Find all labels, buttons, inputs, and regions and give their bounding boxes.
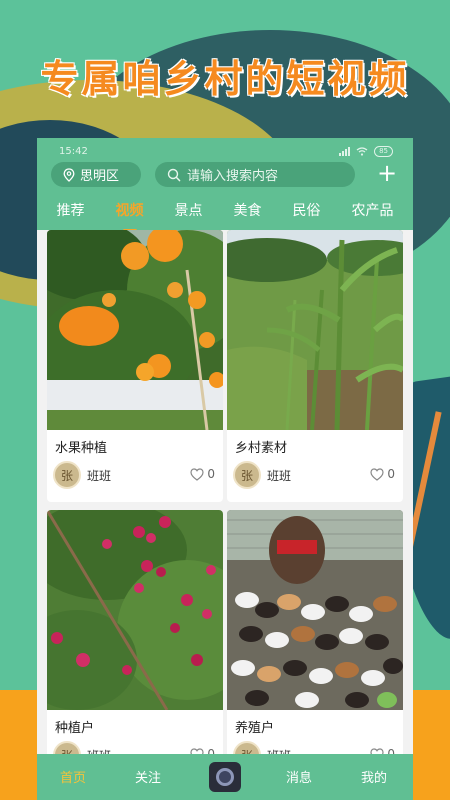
status-bar: 15:42 85 [37,146,413,160]
camera-button[interactable] [209,762,241,792]
promo-headline: 专属咱乡村的短视频 [40,57,410,101]
video-card[interactable]: 水果种植 张 班班 0 [47,230,223,502]
heart-icon [190,467,204,481]
nav-message[interactable]: 消息 [286,767,312,786]
author-info[interactable]: 张 班班 [233,461,291,489]
author-info[interactable]: 张 班班 [233,741,291,754]
author-info[interactable]: 张 班班 [53,741,111,754]
location-selector[interactable]: 思明区 [51,162,141,187]
like-count: 0 [387,467,395,481]
author-name: 班班 [267,468,292,483]
tab-recommend[interactable]: 推荐 [55,200,87,228]
like-button[interactable]: 0 [190,467,215,481]
avatar[interactable]: 张 [53,741,81,754]
category-tabs: 推荐 视频 景点 美食 民俗 农产品 [37,200,413,232]
app-header: 15:42 85 思明区 请输入搜索内容 + 推荐 视频 景点 美食 民俗 农产… [37,138,413,232]
nav-mine[interactable]: 我的 [361,767,387,786]
tab-video[interactable]: 视频 [114,200,146,232]
video-title: 养殖户 [235,721,275,736]
author-name: 班班 [87,747,111,755]
author-info[interactable]: 张 班班 [53,461,111,489]
video-thumbnail-grower[interactable] [47,510,223,710]
nav-home[interactable]: 首页 [60,767,86,786]
location-label: 思明区 [80,169,120,184]
video-feed: 水果种植 张 班班 0 乡村素材 张 班班 0 种植户 0 养殖户 0 [37,230,413,754]
tab-folk-customs[interactable]: 民俗 [291,200,323,228]
tab-scenic-spots[interactable]: 景点 [173,200,205,228]
video-thumbnail-fruit[interactable] [47,230,223,430]
avatar[interactable]: 张 [233,741,261,754]
author-name: 班班 [87,468,112,483]
like-button[interactable]: 0 [190,747,215,754]
tab-farm-products[interactable]: 农产品 [350,200,396,228]
add-button[interactable]: + [375,161,399,187]
nav-follow[interactable]: 关注 [135,767,161,786]
battery-icon: 85 [374,146,393,157]
video-card[interactable]: 种植户 张 班班 0 [47,510,223,754]
wifi-icon [356,147,368,156]
search-input[interactable]: 请输入搜索内容 [155,162,355,187]
video-thumbnail-village[interactable] [227,230,403,430]
phone-screen: 15:42 85 思明区 请输入搜索内容 + 推荐 视频 景点 美食 民俗 农产… [37,138,413,800]
like-button[interactable]: 0 [370,747,395,754]
video-title: 水果种植 [55,441,108,456]
video-thumbnail-breeder[interactable] [227,510,403,710]
avatar[interactable]: 张 [233,461,261,489]
bottom-nav: 首页 关注 消息 我的 [37,754,413,800]
avatar[interactable]: 张 [53,461,81,489]
search-placeholder: 请输入搜索内容 [187,169,279,184]
search-icon [167,168,181,181]
like-button[interactable]: 0 [370,467,395,481]
status-time: 15:42 [59,146,88,157]
like-count: 0 [387,747,395,754]
video-title: 种植户 [55,721,95,736]
video-card[interactable]: 养殖户 张 班班 0 [227,510,403,754]
like-count: 0 [207,747,215,754]
status-icons: 85 [339,146,393,157]
like-count: 0 [207,467,215,481]
signal-icon [339,147,351,156]
author-name: 班班 [267,747,291,755]
tab-food[interactable]: 美食 [232,200,264,228]
video-title: 乡村素材 [235,441,288,456]
heart-icon [370,467,384,481]
video-card[interactable]: 乡村素材 张 班班 0 [227,230,403,502]
location-pin-icon [63,167,75,182]
camera-icon [216,768,234,786]
